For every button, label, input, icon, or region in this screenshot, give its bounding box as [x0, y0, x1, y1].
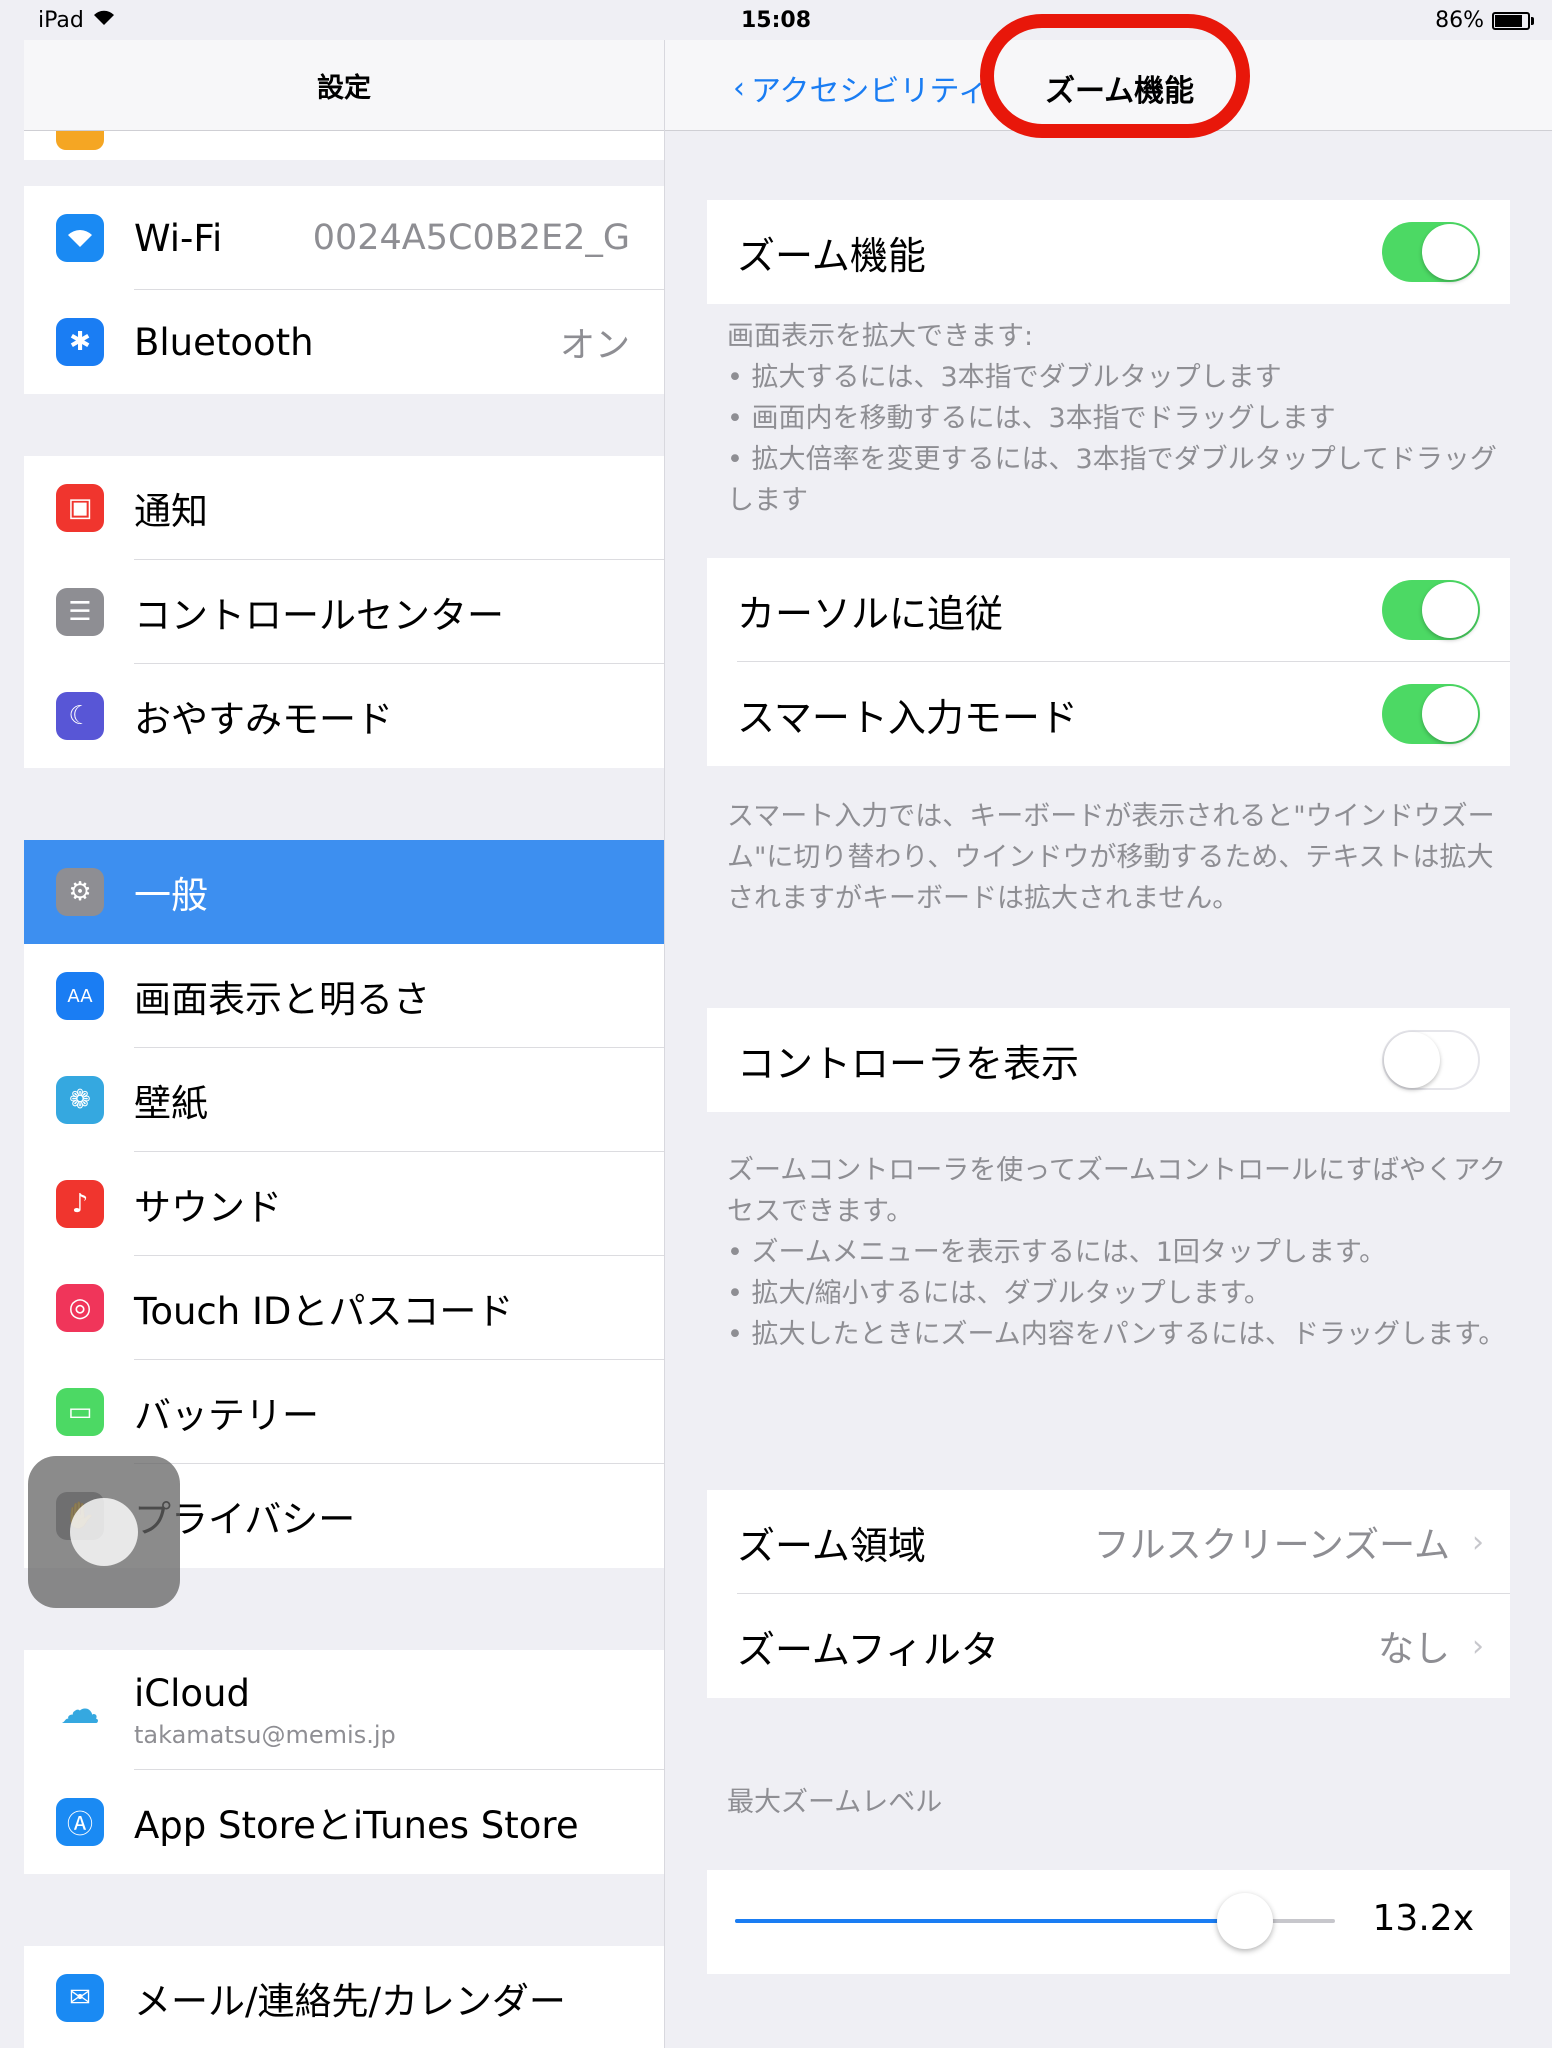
follow-cursor-toggle[interactable] [1382, 580, 1480, 640]
sidebar-item-display-brightness[interactable]: AA 画面表示と明るさ [24, 944, 664, 1048]
zoom-region-value: フルスクリーンズーム [1093, 1525, 1450, 1566]
slider-thumb[interactable] [1217, 1893, 1273, 1949]
chevron-right-icon: › [1472, 1628, 1484, 1664]
chevron-right-icon: › [1472, 1524, 1484, 1560]
wifi-icon [56, 214, 104, 262]
smart-typing-label: スマート入力モード [737, 695, 1078, 740]
moon-icon: ☾ [56, 692, 104, 740]
zoom-filter-label: ズームフィルタ [737, 1627, 999, 1672]
follow-cursor-row: カーソルに追従 [707, 558, 1510, 662]
show-controller-label: コントローラを表示 [737, 1041, 1080, 1086]
speaker-icon: ♪ [56, 1180, 104, 1228]
max-zoom-card: 13.2x [707, 1870, 1510, 1974]
smart-typing-toggle[interactable] [1382, 684, 1480, 744]
zoom-footer: 画面表示を拡大できます: • 拡大するには、3本指でダブルタップします • 画面… [727, 321, 1497, 516]
master-title: 設定 [317, 73, 371, 104]
back-label: アクセシビリティ [751, 74, 988, 109]
battery-percent: 86% [1435, 8, 1484, 33]
sidebar-item-label: バッテリー [134, 1394, 319, 1437]
zoom-label: ズーム機能 [737, 233, 926, 278]
zoom-toggle-card: ズーム機能 [707, 200, 1510, 304]
zoom-toggle[interactable] [1382, 222, 1480, 282]
partial-group [24, 130, 664, 160]
fingerprint-icon: ◎ [56, 1284, 104, 1332]
sidebar-item-app-store[interactable]: Ⓐ App StoreとiTunes Store [24, 1770, 664, 1874]
chevron-left-icon: ‹ [733, 70, 745, 106]
sidebar-item-label: サウンド [134, 1186, 282, 1229]
sidebar-item-label: App StoreとiTunes Store [134, 1804, 579, 1847]
sidebar-item-icloud[interactable]: ☁ iCloud takamatsu@memis.jp [24, 1650, 664, 1770]
sidebar-item-label: iCloud [134, 1671, 250, 1715]
sidebar-item-label: 画面表示と明るさ [134, 978, 430, 1021]
zoom-filter-value: なし [1377, 1629, 1450, 1670]
annotation-circle [980, 14, 1250, 138]
sidebar-item-label: おやすみモード [134, 698, 393, 741]
notifications-icon: ▣ [56, 484, 104, 532]
sidebar-item-label: Wi-Fi [134, 216, 223, 260]
control-center-icon: ☰ [56, 588, 104, 636]
settings-master-panel: 設定 Wi-Fi 0024A5C0B2E2_G ✱ Bluetooth オン ▣… [24, 40, 665, 2048]
battery-icon: ▭ [56, 1388, 104, 1436]
sidebar-item-general[interactable]: ⚙ 一般 [24, 840, 664, 944]
app-store-icon: Ⓐ [56, 1798, 104, 1846]
zoom-row: ズーム機能 [707, 200, 1510, 304]
wallpaper-icon: ❁ [56, 1076, 104, 1124]
max-zoom-slider[interactable] [735, 1893, 1335, 1949]
smart-typing-row: スマート入力モード [707, 662, 1510, 766]
icloud-account: takamatsu@memis.jp [134, 1720, 396, 1749]
group-connectivity: Wi-Fi 0024A5C0B2E2_G ✱ Bluetooth オン [24, 186, 664, 394]
controller-footer: ズームコントローラを使ってズームコントロールにすばやくアクセスできます。 • ズ… [727, 1155, 1506, 1350]
sidebar-item-control-center[interactable]: ☰ コントロールセンター [24, 560, 664, 664]
sidebar-item-sounds[interactable]: ♪ サウンド [24, 1152, 664, 1256]
cursor-card: カーソルに追従 スマート入力モード [707, 558, 1510, 766]
sidebar-item-wallpaper[interactable]: ❁ 壁紙 [24, 1048, 664, 1152]
cloud-icon: ☁ [56, 1686, 104, 1734]
zoom-filter-row[interactable]: ズームフィルタ なし › [707, 1594, 1510, 1698]
show-controller-row: コントローラを表示 [707, 1008, 1510, 1112]
status-bar: iPad 15:08 86% [0, 0, 1552, 40]
display-icon: AA [56, 972, 104, 1020]
sidebar-item-value: 0024A5C0B2E2_G [312, 218, 630, 258]
gear-icon: ⚙ [56, 868, 104, 916]
zoom-detail-panel: ‹ アクセシビリティ ズーム機能 ズーム機能 画面表示を拡大できます: • 拡大… [665, 40, 1552, 2048]
max-zoom-value: 13.2x [1372, 1898, 1474, 1939]
max-zoom-header: 最大ズームレベル [727, 1787, 943, 1818]
zoom-region-label: ズーム領域 [737, 1523, 926, 1568]
master-nav-bar: 設定 [24, 40, 664, 131]
mail-icon: ✉ [56, 1974, 104, 2022]
zoom-region-row[interactable]: ズーム領域 フルスクリーンズーム › [707, 1490, 1510, 1594]
sidebar-item-label: Touch IDとパスコード [134, 1290, 514, 1333]
slider-fill [735, 1919, 1245, 1923]
battery-icon [1492, 11, 1534, 30]
bluetooth-icon: ✱ [56, 318, 104, 366]
controller-card: コントローラを表示 [707, 1008, 1510, 1112]
sidebar-item-label: 一般 [134, 874, 208, 917]
sidebar-item-notifications[interactable]: ▣ 通知 [24, 456, 664, 560]
sidebar-item-label: メール/連絡先/カレンダー [134, 1980, 566, 2023]
sidebar-item-label: コントロールセンター [134, 594, 504, 637]
sidebar-item-bluetooth[interactable]: ✱ Bluetooth オン [24, 290, 664, 394]
back-button[interactable]: ‹ アクセシビリティ [733, 66, 988, 110]
group-apps: ✉ メール/連絡先/カレンダー [24, 1946, 664, 2048]
clock: 15:08 [740, 8, 812, 33]
sidebar-item-label: Bluetooth [134, 320, 314, 364]
sidebar-item-label: 壁紙 [134, 1082, 208, 1125]
group-accounts: ☁ iCloud takamatsu@memis.jp Ⓐ App Storeと… [24, 1650, 664, 1874]
follow-cursor-label: カーソルに追従 [737, 591, 1004, 636]
assistive-touch-button[interactable] [28, 1456, 180, 1608]
sidebar-item-label: 通知 [134, 490, 208, 533]
sidebar-item-touch-id[interactable]: ◎ Touch IDとパスコード [24, 1256, 664, 1360]
zoom-options-card: ズーム領域 フルスクリーンズーム › ズームフィルタ なし › [707, 1490, 1510, 1698]
sidebar-item-value: オン [559, 325, 630, 366]
sidebar-item-wifi[interactable]: Wi-Fi 0024A5C0B2E2_G [24, 186, 664, 290]
group-notifications: ▣ 通知 ☰ コントロールセンター ☾ おやすみモード [24, 456, 664, 768]
show-controller-toggle[interactable] [1382, 1030, 1480, 1090]
sidebar-item-mail[interactable]: ✉ メール/連絡先/カレンダー [24, 1946, 664, 2048]
sidebar-item-battery[interactable]: ▭ バッテリー [24, 1360, 664, 1464]
smart-typing-footer: スマート入力では、キーボードが表示されると"ウインドウズーム"に切り替わり、ウイ… [727, 801, 1495, 914]
sidebar-item-do-not-disturb[interactable]: ☾ おやすみモード [24, 664, 664, 768]
sidebar-item-label: プライバシー [134, 1498, 356, 1541]
